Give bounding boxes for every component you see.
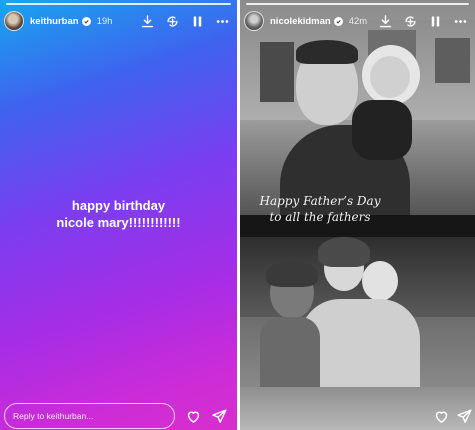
story-caption: happy birthday nicole mary!!!!!!!!!!!! [0, 197, 237, 231]
story-keithurban[interactable]: keithurban 19h happy birthday nicole mar… [0, 0, 237, 430]
fathers-day-line-1: Happy Father’s Day [259, 194, 381, 208]
story-header: nicolekidman 42m [244, 8, 469, 34]
story-progress-bar [246, 3, 469, 5]
fathers-day-line-2: to all the fathers [269, 210, 371, 224]
add-to-story-icon[interactable] [163, 12, 181, 30]
story-progress-bar [6, 3, 231, 5]
send-icon[interactable] [454, 406, 474, 426]
story-nicolekidman[interactable]: Happy Father’s Day to all the fathers ni… [240, 0, 475, 430]
pause-icon[interactable] [426, 12, 444, 30]
caption-line-2: nicole mary!!!!!!!!!!!! [56, 215, 181, 230]
timestamp: 42m [348, 15, 368, 27]
download-icon[interactable] [376, 12, 394, 30]
timestamp: 19h [96, 15, 113, 27]
add-to-story-icon[interactable] [401, 12, 419, 30]
fathers-day-text: Happy Father’s Day to all the fathers [240, 193, 400, 225]
story-photo-father-and-daughters [240, 237, 475, 430]
username[interactable]: keithurban [30, 16, 79, 27]
heart-icon[interactable] [183, 406, 203, 426]
more-options-icon[interactable] [213, 12, 231, 30]
verified-badge-icon [81, 16, 91, 26]
reply-placeholder: Reply to keithurban... [13, 411, 94, 421]
caption-line-1: happy birthday [71, 198, 166, 213]
send-icon[interactable] [209, 406, 229, 426]
avatar[interactable] [244, 11, 264, 31]
download-icon[interactable] [138, 12, 156, 30]
heart-icon[interactable] [431, 406, 451, 426]
verified-badge-icon [333, 16, 343, 26]
pause-icon[interactable] [188, 12, 206, 30]
avatar[interactable] [4, 11, 24, 31]
reply-input[interactable]: Reply to keithurban... [4, 403, 175, 429]
more-options-icon[interactable] [451, 12, 469, 30]
username[interactable]: nicolekidman [270, 16, 331, 27]
story-header: keithurban 19h [4, 8, 231, 34]
